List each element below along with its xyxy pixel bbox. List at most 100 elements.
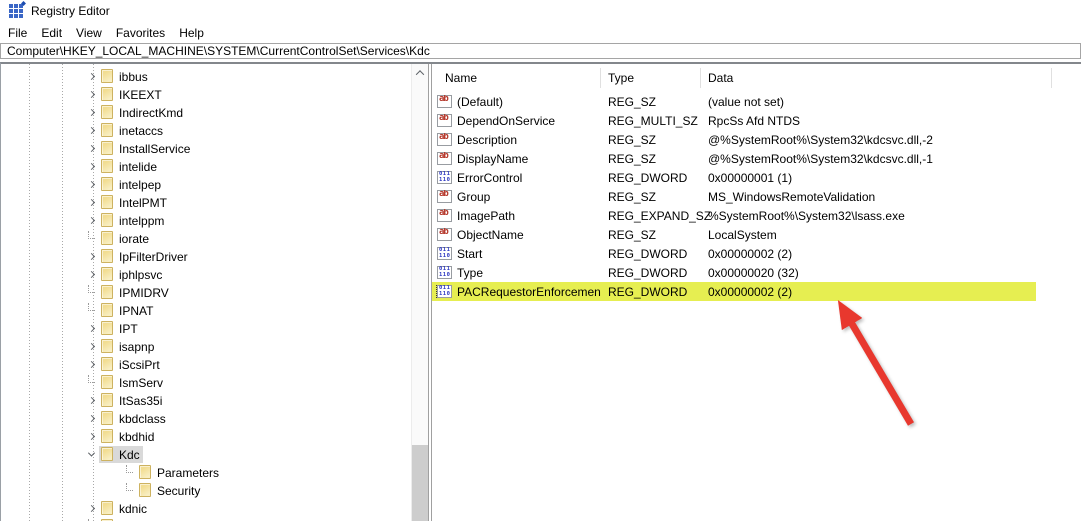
tree-item-body[interactable]: isapnp [99, 338, 157, 355]
tree-item[interactable]: kdnic [1, 499, 411, 517]
tree-item-body[interactable]: IKEEXT [99, 86, 165, 103]
tree-item-body[interactable]: IPMIDRV [99, 284, 172, 301]
tree-item[interactable]: IpFilterDriver [1, 247, 411, 265]
registry-value-row[interactable]: DependOnService REG_MULTI_SZ RpcSs Afd N… [432, 111, 1081, 130]
tree-item[interactable] [1, 517, 411, 521]
expand-chevron-icon[interactable] [83, 356, 99, 372]
tree-item[interactable]: IsmServ [1, 373, 411, 391]
expand-chevron-icon[interactable] [83, 176, 99, 192]
expand-chevron-icon[interactable] [121, 464, 137, 480]
tree-item-body[interactable]: IsmServ [99, 374, 166, 391]
expand-chevron-icon[interactable] [83, 194, 99, 210]
tree-item[interactable]: IKEEXT [1, 85, 411, 103]
column-header-type[interactable]: Type [601, 68, 701, 88]
value-type: REG_DWORD [608, 265, 688, 280]
expand-chevron-icon[interactable] [83, 230, 99, 246]
registry-value-row[interactable]: DisplayName REG_SZ @%SystemRoot%\System3… [432, 149, 1081, 168]
tree-item-body[interactable]: Security [137, 482, 203, 499]
scrollbar-thumb[interactable] [412, 445, 428, 521]
tree-item-body[interactable]: IpFilterDriver [99, 248, 191, 265]
tree-item[interactable]: Security [1, 481, 411, 499]
expand-chevron-icon[interactable] [83, 212, 99, 228]
tree-item-body[interactable]: iScsiPrt [99, 356, 163, 373]
expand-chevron-icon[interactable] [83, 158, 99, 174]
expand-chevron-icon[interactable] [83, 68, 99, 84]
tree-item-body[interactable]: IPT [99, 320, 141, 337]
tree-item-body[interactable]: kdnic [99, 500, 150, 517]
expand-chevron-icon[interactable] [83, 392, 99, 408]
tree-item[interactable]: IPMIDRV [1, 283, 411, 301]
tree-item[interactable]: IntelPMT [1, 193, 411, 211]
expand-chevron-icon[interactable] [121, 482, 137, 498]
tree-item[interactable]: intelppm [1, 211, 411, 229]
tree-item-body[interactable]: inetaccs [99, 122, 166, 139]
tree-item[interactable]: intelide [1, 157, 411, 175]
tree-item-body[interactable]: kbdclass [99, 410, 169, 427]
tree-item[interactable]: InstallService [1, 139, 411, 157]
tree-item[interactable]: IPT [1, 319, 411, 337]
expand-chevron-icon[interactable] [83, 428, 99, 444]
tree-item[interactable]: IPNAT [1, 301, 411, 319]
tree-item-body[interactable]: intelpep [99, 176, 164, 193]
expand-chevron-icon[interactable] [83, 284, 99, 300]
tree-item-body[interactable]: Kdc [99, 445, 143, 463]
tree-item-body[interactable]: intelppm [99, 212, 167, 229]
tree-item[interactable]: iorate [1, 229, 411, 247]
expand-chevron-icon[interactable] [83, 140, 99, 156]
tree-item[interactable]: iphlpsvc [1, 265, 411, 283]
tree-item[interactable]: Kdc [1, 445, 411, 463]
tree-item[interactable]: kbdclass [1, 409, 411, 427]
registry-value-row[interactable]: ErrorControl REG_DWORD 0x00000001 (1) [432, 168, 1081, 187]
expand-chevron-icon[interactable] [83, 302, 99, 318]
registry-value-row[interactable]: (Default) REG_SZ (value not set) [432, 92, 1081, 111]
expand-chevron-icon[interactable] [83, 86, 99, 102]
registry-value-row[interactable]: ObjectName REG_SZ LocalSystem [432, 225, 1081, 244]
tree-item-body[interactable]: IntelPMT [99, 194, 170, 211]
address-bar[interactable]: Computer\HKEY_LOCAL_MACHINE\SYSTEM\Curre… [0, 43, 1081, 59]
menu-item[interactable]: File [1, 23, 34, 43]
registry-value-row[interactable]: ImagePath REG_EXPAND_SZ %SystemRoot%\Sys… [432, 206, 1081, 225]
expand-chevron-icon[interactable] [83, 248, 99, 264]
registry-value-row[interactable]: Start REG_DWORD 0x00000002 (2) [432, 244, 1081, 263]
tree-item[interactable]: inetaccs [1, 121, 411, 139]
registry-value-row[interactable]: Group REG_SZ MS_WindowsRemoteValidation [432, 187, 1081, 206]
expand-chevron-icon[interactable] [83, 374, 99, 390]
column-header-data[interactable]: Data [701, 68, 1052, 88]
menu-item[interactable]: Help [172, 23, 211, 43]
menu-item[interactable]: Favorites [109, 23, 172, 43]
tree-item-body[interactable]: InstallService [99, 140, 193, 157]
tree-item-body[interactable]: IndirectKmd [99, 104, 186, 121]
tree-item[interactable]: Parameters [1, 463, 411, 481]
expand-chevron-icon[interactable] [83, 446, 99, 462]
column-header-name[interactable]: Name [432, 68, 601, 88]
tree-item-body[interactable]: iphlpsvc [99, 266, 165, 283]
menu-item[interactable]: View [69, 23, 109, 43]
tree-item-body[interactable]: kbdhid [99, 428, 157, 445]
expand-chevron-icon[interactable] [83, 500, 99, 516]
tree-item[interactable]: kbdhid [1, 427, 411, 445]
scrollbar-up-arrow[interactable] [412, 64, 428, 81]
expand-chevron-icon[interactable] [83, 104, 99, 120]
tree-item-body[interactable]: iorate [99, 230, 152, 247]
registry-value-row[interactable]: Type REG_DWORD 0x00000020 (32) [432, 263, 1081, 282]
tree-item-body[interactable]: ibbus [99, 68, 151, 85]
registry-value-row[interactable]: PACRequestorEnforcement REG_DWORD 0x0000… [432, 282, 1081, 301]
tree-item-body[interactable]: ItSas35i [99, 392, 165, 409]
tree-item[interactable]: iScsiPrt [1, 355, 411, 373]
tree-item[interactable]: isapnp [1, 337, 411, 355]
tree-item[interactable]: IndirectKmd [1, 103, 411, 121]
tree-item[interactable]: intelpep [1, 175, 411, 193]
expand-chevron-icon[interactable] [83, 122, 99, 138]
tree-item-body[interactable]: Parameters [137, 464, 222, 481]
expand-chevron-icon[interactable] [83, 266, 99, 282]
tree-vertical-scrollbar[interactable] [411, 64, 428, 521]
expand-chevron-icon[interactable] [83, 320, 99, 336]
expand-chevron-icon[interactable] [83, 410, 99, 426]
registry-value-row[interactable]: Description REG_SZ @%SystemRoot%\System3… [432, 130, 1081, 149]
expand-chevron-icon[interactable] [83, 338, 99, 354]
tree-item-body[interactable]: IPNAT [99, 302, 156, 319]
menu-item[interactable]: Edit [34, 23, 69, 43]
tree-item-body[interactable]: intelide [99, 158, 160, 175]
tree-item[interactable]: ibbus [1, 67, 411, 85]
tree-item[interactable]: ItSas35i [1, 391, 411, 409]
